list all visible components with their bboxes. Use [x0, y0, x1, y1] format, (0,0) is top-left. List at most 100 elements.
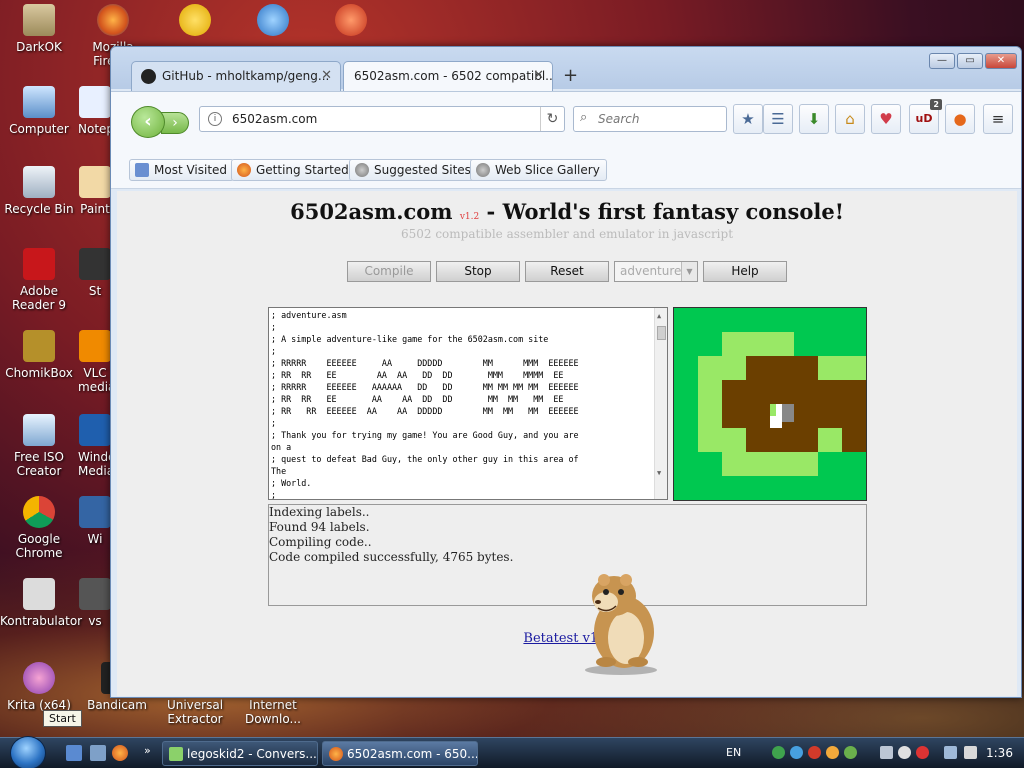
desktop-icon-wi[interactable]: Wi [78, 496, 112, 546]
firefox-icon [97, 4, 129, 36]
version-badge: v1.2 [459, 212, 480, 222]
desktop-icon-recycle-bin[interactable]: Recycle Bin [0, 166, 78, 216]
program-select[interactable]: adventure. ▼ [614, 261, 698, 282]
switch-windows-icon[interactable] [90, 745, 106, 761]
most-visited-icon [135, 163, 149, 177]
code-line: The [271, 466, 287, 476]
bookmark-getting-started[interactable]: Getting Started [231, 159, 356, 181]
desktop-icon-chomikbox[interactable]: ChomikBox [0, 330, 78, 380]
language-indicator[interactable]: EN [726, 746, 741, 759]
code-scrollbar[interactable]: ▲ ▼ [654, 308, 667, 499]
reload-icon[interactable]: ↻ [540, 107, 564, 131]
bookmark-most-visited[interactable]: Most Visited [129, 159, 235, 181]
quick-launch-more-icon[interactable]: » [144, 744, 151, 757]
close-tab-icon[interactable]: ✕ [533, 68, 544, 83]
betatest-link[interactable]: Betatest v1.5 [117, 631, 1017, 646]
help-button[interactable]: Help [703, 261, 787, 282]
desktop-icon-resale[interactable] [312, 4, 390, 40]
desktop-icon-computer[interactable]: Computer [0, 86, 78, 136]
downloads-icon[interactable]: ⬇ [799, 104, 829, 134]
sync-tray-icon[interactable] [790, 746, 803, 759]
desktop-icon-110[interactable] [234, 4, 312, 40]
code-line: ; [271, 490, 277, 500]
volume-icon[interactable] [964, 746, 977, 759]
security-tray-icon[interactable] [916, 746, 929, 759]
bookmarks-menu-icon[interactable]: ☰ [763, 104, 793, 134]
ublock-badge: 2 [930, 99, 942, 110]
start-tooltip: Start [43, 710, 82, 727]
maximize-button[interactable]: ▭ [957, 53, 983, 69]
desktop-icon-adobe-reader[interactable]: Adobe Reader 9 [0, 248, 78, 312]
firefox-addon-icon[interactable]: ● [945, 104, 975, 134]
desktop-icon-google-chrome[interactable]: Google Chrome [0, 496, 78, 560]
desktop-icon-windows-media[interactable]: Windows Media [78, 414, 112, 478]
emulator-screen [673, 307, 867, 501]
scroll-up-icon[interactable]: ▲ [657, 310, 661, 322]
compiler-log: Indexing labels.. Found 94 labels. Compi… [268, 504, 867, 606]
leaf-tray-icon[interactable] [844, 746, 857, 759]
compile-button[interactable]: Compile [347, 261, 431, 282]
app-icon [79, 496, 111, 528]
firefox-icon[interactable] [112, 745, 128, 761]
hamster-mascot [585, 574, 657, 675]
scrollbar-thumb[interactable] [657, 326, 666, 340]
m-tray-icon[interactable] [826, 746, 839, 759]
app-icon [23, 578, 55, 610]
bookmark-suggested-sites[interactable]: Suggested Sites [349, 159, 478, 181]
tab-6502asm[interactable]: 6502asm.com - 6502 compatibl... ✕ [343, 61, 553, 91]
url-bar[interactable]: i 6502asm.com ↻ [199, 106, 565, 132]
clock[interactable]: 1:36 [986, 746, 1013, 760]
minimize-button[interactable]: — [929, 53, 955, 69]
alert-tray-icon[interactable] [808, 746, 821, 759]
start-button[interactable] [10, 736, 46, 768]
code-line: ; RR RR EE AA AA DD DD MMM MMMM EE [271, 370, 564, 380]
reset-button[interactable]: Reset [525, 261, 609, 282]
code-editor[interactable]: ; adventure.asm; ; A simple adventure-lik… [268, 307, 668, 500]
back-button[interactable]: ‹ [131, 106, 165, 138]
close-window-button[interactable]: ✕ [985, 53, 1017, 69]
desktop-icon-darkok[interactable]: DarkOK [0, 4, 78, 54]
code-line: ; World. [271, 478, 312, 488]
action-center-icon[interactable] [880, 746, 893, 759]
home-icon[interactable]: ⌂ [835, 104, 865, 134]
desktop-icon-fat-desktop[interactable] [156, 4, 234, 40]
desktop-icon-notepad[interactable]: Notepad [78, 86, 112, 136]
paint-icon [79, 166, 111, 198]
desktop-icon-krita[interactable]: Krita (x64) [0, 662, 78, 712]
task-legoskid2[interactable]: legoskid2 - Convers... [162, 741, 318, 766]
ublock-icon[interactable]: uD 2 [909, 99, 942, 134]
show-desktop-icon[interactable] [66, 745, 82, 761]
new-tab-button[interactable]: + [563, 65, 578, 86]
page-content: 6502asm.com v1.2 - World's first fantasy… [117, 191, 1017, 696]
search-icon: ⌕ [580, 110, 588, 125]
app-icon [79, 578, 111, 610]
navigation-toolbar: › ‹ i 6502asm.com ↻ ⌕ Search ★ ☰ ⬇ ⌂ ♥ u… [111, 91, 1021, 147]
forward-button[interactable]: › [161, 112, 189, 134]
power-tray-icon[interactable] [898, 746, 911, 759]
hamburger-menu-icon[interactable]: ≡ [983, 104, 1013, 134]
tab-github[interactable]: GitHub - mholtkamp/geng... ✕ [131, 61, 341, 91]
scroll-down-icon[interactable]: ▼ [657, 467, 661, 479]
task-firefox-6502asm[interactable]: 6502asm.com - 650... [322, 741, 478, 766]
desktop-icon-vs[interactable]: vs [78, 578, 112, 628]
bookmark-web-slice-gallery[interactable]: Web Slice Gallery [470, 159, 607, 181]
search-input[interactable]: ⌕ Search [573, 106, 727, 132]
adobe-reader-icon [23, 248, 55, 280]
pocket-icon[interactable]: ♥ [871, 104, 901, 134]
taskbar: » legoskid2 - Convers... 6502asm.com - 6… [0, 736, 1024, 768]
bookmark-star-icon[interactable]: ★ [733, 104, 763, 134]
info-icon[interactable]: i [208, 112, 222, 126]
chrome-icon [23, 496, 55, 528]
network-tray-icon[interactable] [772, 746, 785, 759]
close-tab-icon[interactable]: ✕ [321, 68, 332, 83]
desktop-icon-st[interactable]: St [78, 248, 112, 298]
desktop-icon-free-iso-creator[interactable]: Free ISO Creator [0, 414, 78, 478]
chevron-down-icon: ▼ [681, 262, 697, 281]
code-line: ; A simple adventure-like game for the 6… [271, 334, 549, 344]
desktop-icon-paint[interactable]: Paint [78, 166, 112, 216]
desktop-icon-kontrabulator[interactable]: Kontrabulator [0, 578, 82, 628]
app-icon [79, 248, 111, 280]
stop-button[interactable]: Stop [436, 261, 520, 282]
desktop-icon-vlc[interactable]: VLC media player [78, 330, 112, 394]
display-tray-icon[interactable] [944, 746, 957, 759]
